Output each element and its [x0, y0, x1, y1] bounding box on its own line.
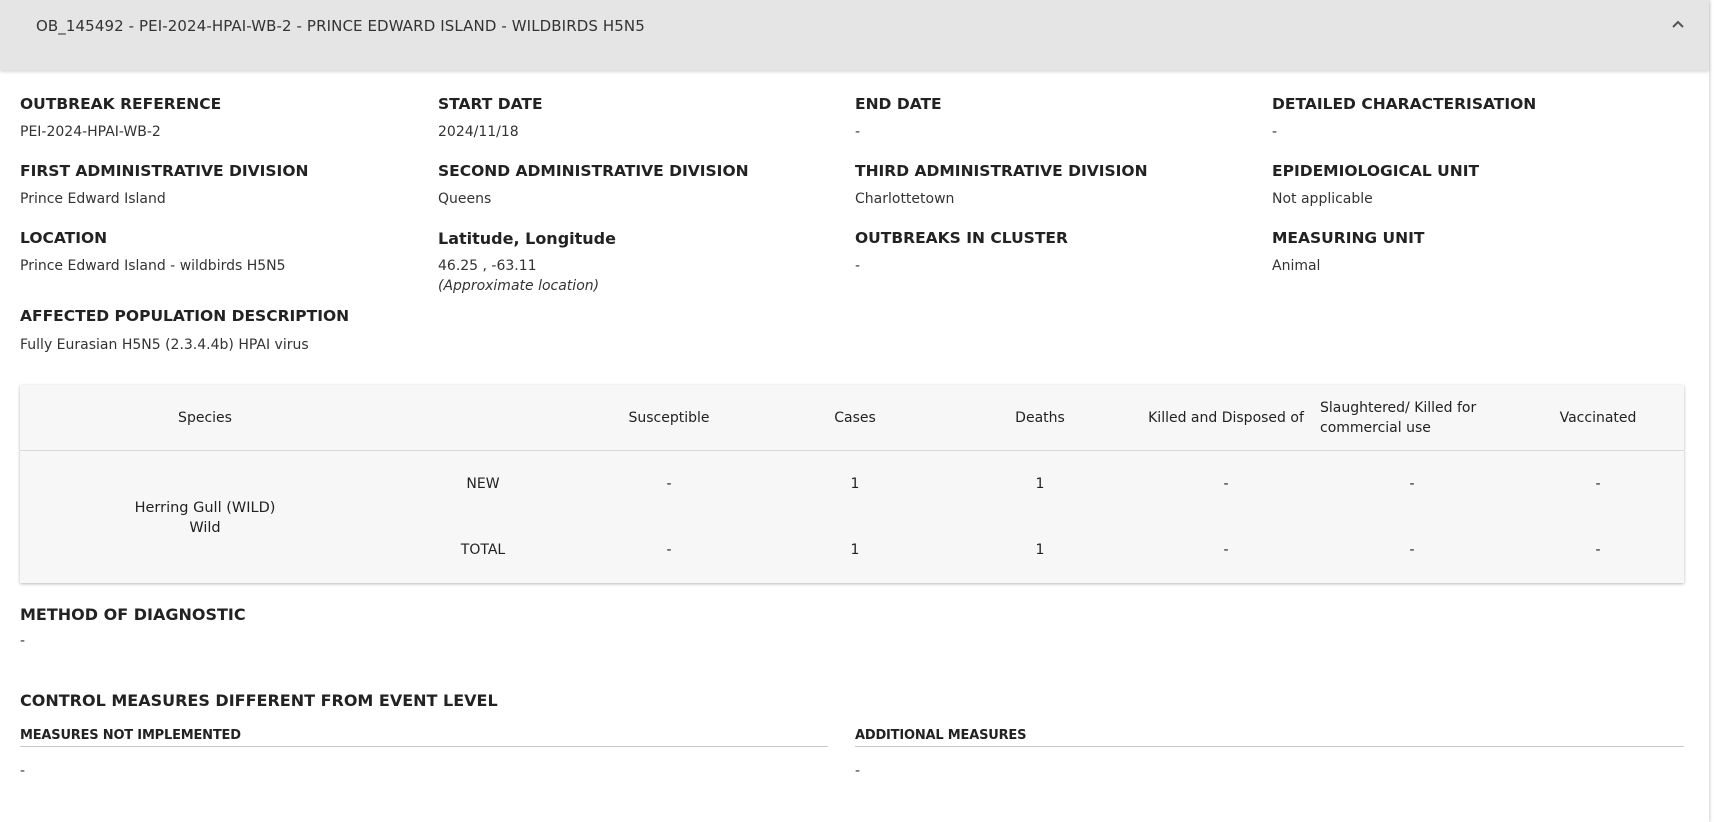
control-measures-title: CONTROL MEASURES DIFFERENT FROM EVENT LE… — [20, 691, 498, 710]
outbreak-reference-value: PEI-2024-HPAI-WB-2 — [20, 124, 161, 140]
outbreak-panel-title: OB_145492 - PEI-2024-HPAI-WB-2 - PRINCE … — [36, 17, 645, 35]
epidemiological-unit-value: Not applicable — [1272, 191, 1373, 207]
lat-long-value: 46.25 , -63.11 — [438, 258, 537, 274]
outbreaks-in-cluster-label: OUTBREAKS IN CLUSTER — [855, 229, 1068, 247]
third-admin-division-label: THIRD ADMINISTRATIVE DIVISION — [855, 162, 1148, 180]
measuring-unit-value: Animal — [1272, 258, 1321, 274]
approximate-location-note: (Approximate location) — [438, 278, 600, 294]
measures-not-implemented-label: MEASURES NOT IMPLEMENTED — [20, 728, 241, 743]
row-new-kind: NEW — [466, 476, 500, 492]
epidemiological-unit-label: EPIDEMIOLOGICAL UNIT — [1272, 162, 1480, 180]
detailed-characterisation-label: DETAILED CHARACTERISATION — [1272, 95, 1537, 113]
first-admin-division-value: Prince Edward Island — [20, 191, 166, 207]
slaughtered-header: Slaughtered/ Killed for commercial use — [1320, 400, 1477, 436]
species-type: Wild — [189, 520, 221, 536]
row-new-killed-disposed: - — [1223, 476, 1229, 492]
measuring-unit-label: MEASURING UNIT — [1272, 229, 1425, 247]
row-total-kind: TOTAL — [460, 542, 506, 558]
additional-measures-divider — [855, 746, 1684, 747]
species-header: Species — [178, 410, 232, 426]
location-value: Prince Edward Island - wildbirds H5N5 — [20, 258, 286, 274]
first-admin-division-label: FIRST ADMINISTRATIVE DIVISION — [20, 162, 309, 180]
detailed-characterisation-value: - — [1272, 124, 1278, 140]
affected-population-label: AFFECTED POPULATION DESCRIPTION — [20, 307, 350, 325]
deaths-header: Deaths — [1015, 410, 1065, 426]
species-name: Herring Gull (WILD) — [134, 500, 276, 516]
row-new-slaughtered: - — [1409, 476, 1415, 492]
outbreak-panel-header[interactable]: OB_145492 - PEI-2024-HPAI-WB-2 - PRINCE … — [0, 0, 1709, 70]
row-total-vaccinated: - — [1595, 542, 1601, 558]
row-new-cases: 1 — [850, 476, 860, 492]
method-of-diagnostic-value: - — [20, 633, 26, 649]
measures-not-implemented-divider — [20, 746, 828, 747]
outbreaks-in-cluster-value: - — [855, 258, 861, 274]
affected-population-value: Fully Eurasian H5N5 (2.3.4.4b) HPAI viru… — [20, 337, 309, 353]
row-total-cases: 1 — [850, 542, 860, 558]
row-new-susceptible: - — [666, 476, 672, 492]
method-of-diagnostic-title: METHOD OF DIAGNOSTIC — [20, 605, 246, 624]
lat-long-label: Latitude, Longitude — [438, 229, 616, 248]
chevron-up-icon[interactable] — [1669, 15, 1687, 33]
page: OB_145492 - PEI-2024-HPAI-WB-2 - PRINCE … — [0, 0, 1717, 822]
end-date-label: END DATE — [855, 95, 942, 113]
row-total-deaths: 1 — [1035, 542, 1045, 558]
start-date-label: START DATE — [438, 95, 543, 113]
row-new-deaths: 1 — [1035, 476, 1045, 492]
species-cell: Herring Gull (WILD) Wild — [135, 498, 276, 538]
susceptible-header: Susceptible — [628, 410, 710, 426]
row-total-slaughtered: - — [1409, 542, 1415, 558]
start-date-value: 2024/11/18 — [438, 124, 519, 140]
cases-header: Cases — [834, 410, 876, 426]
second-admin-division-value: Queens — [438, 191, 492, 207]
end-date-value: - — [855, 124, 861, 140]
row-total-killed-disposed: - — [1223, 542, 1229, 558]
row-new-vaccinated: - — [1595, 476, 1601, 492]
row-total-susceptible: - — [666, 542, 672, 558]
third-admin-division-value: Charlottetown — [855, 191, 955, 207]
table-header-divider — [20, 450, 1684, 451]
outbreak-reference-label: OUTBREAK REFERENCE — [20, 95, 222, 113]
killed-disposed-header: Killed and Disposed of — [1148, 410, 1304, 426]
location-label: LOCATION — [20, 229, 108, 247]
additional-measures-label: ADDITIONAL MEASURES — [855, 728, 1027, 743]
outbreak-panel: OB_145492 - PEI-2024-HPAI-WB-2 - PRINCE … — [0, 0, 1709, 822]
measures-not-implemented-value: - — [20, 763, 26, 779]
second-admin-division-label: SECOND ADMINISTRATIVE DIVISION — [438, 162, 749, 180]
species-table: Species Susceptible Cases Deaths Killed … — [20, 385, 1684, 583]
vaccinated-header: Vaccinated — [1559, 410, 1637, 426]
additional-measures-value: - — [855, 763, 861, 779]
